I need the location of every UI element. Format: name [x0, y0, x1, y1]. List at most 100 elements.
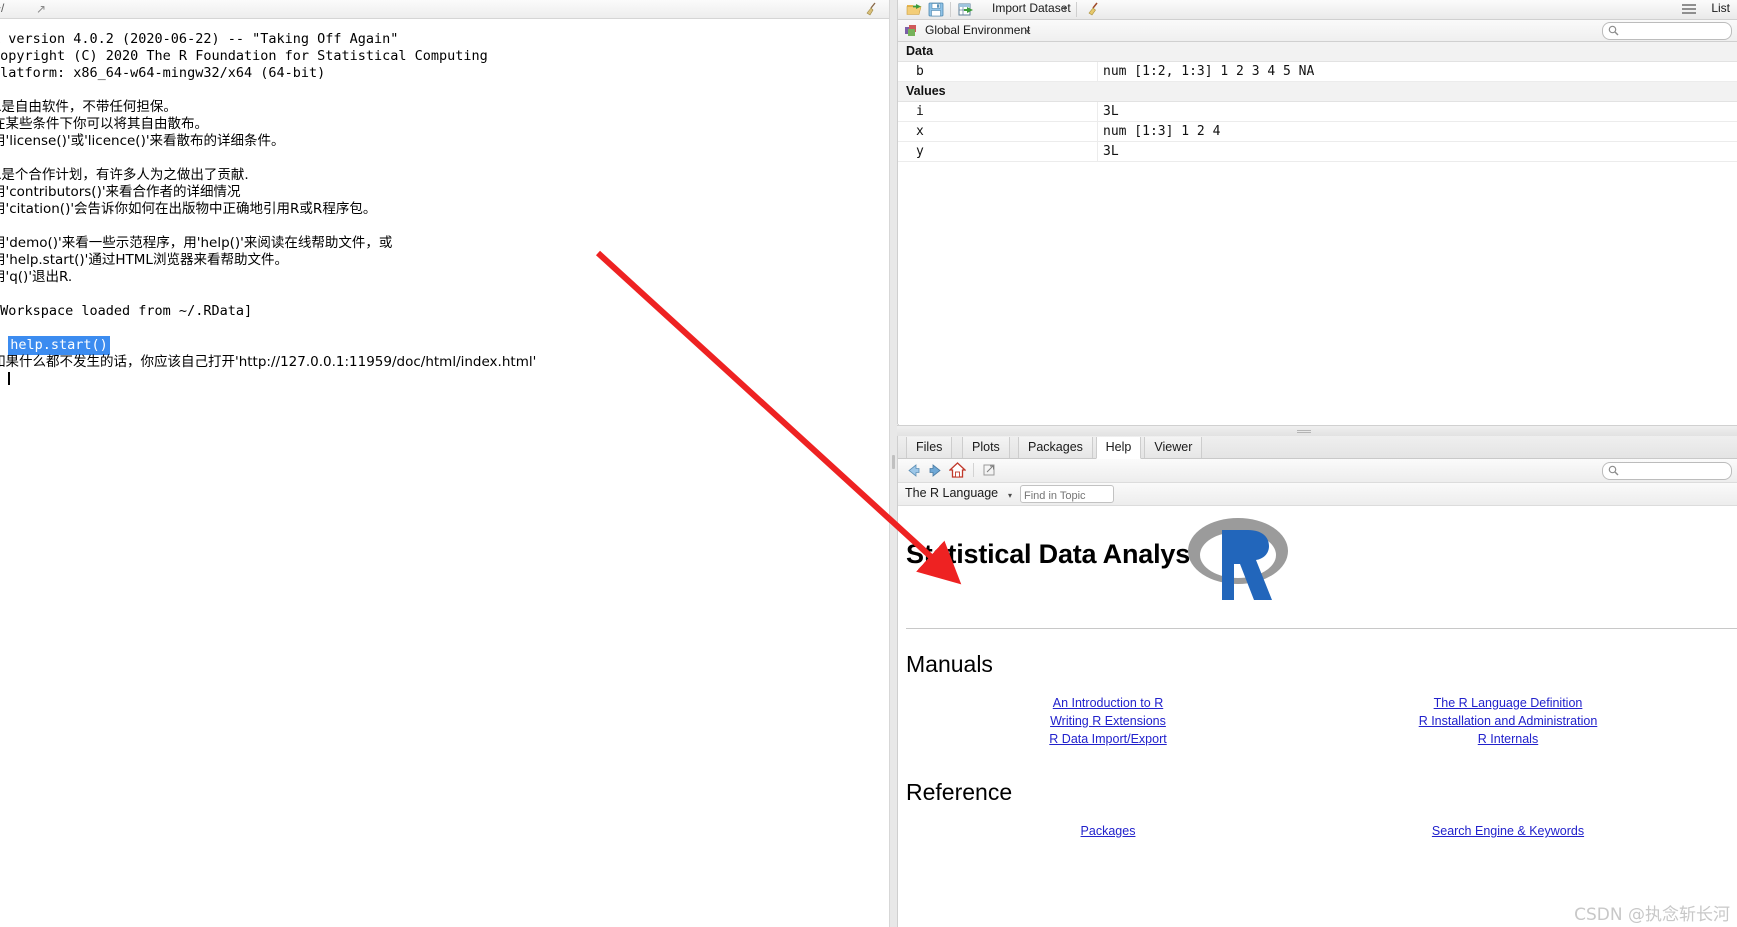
help-topic-label[interactable]: The R Language [905, 486, 998, 500]
console-line: 用'contributors()'来看合作者的详细情况 [0, 184, 241, 200]
console-line: R version 4.0.2 (2020-06-22) -- "Taking … [0, 31, 399, 47]
variable-name: y [916, 144, 924, 159]
console-line: 用'help.start()'通过HTML浏览器来看帮助文件。 [0, 252, 288, 268]
link-column-right: Search Engine & Keywords [1298, 822, 1718, 840]
broom-icon[interactable] [863, 2, 879, 16]
search-icon [1608, 25, 1619, 36]
variable-value: 3L [1103, 104, 1119, 119]
tab-viewer[interactable]: Viewer [1144, 437, 1203, 458]
save-icon[interactable] [928, 2, 944, 17]
column-separator [1097, 142, 1098, 161]
console-output-note: 如果什么都不发生的话，你应该自己打开'http://127.0.0.1:1195… [0, 354, 537, 370]
help-pane: Files Plots Packages Help Viewer The R L… [897, 436, 1737, 927]
console-titlebar: ~/ ↗ [0, 0, 893, 19]
link-column-left: Packages [938, 822, 1278, 840]
column-separator [1097, 102, 1098, 121]
table-row[interactable]: i 3L [898, 102, 1737, 122]
divider [906, 628, 1737, 629]
chevron-down-icon[interactable]: ▾ [1026, 27, 1030, 36]
variable-name: b [916, 64, 924, 79]
page-title: Statistical Data Analysis [906, 539, 1213, 569]
help-nav-toolbar [898, 459, 1737, 483]
r-logo-icon [1188, 518, 1288, 600]
variable-name: x [916, 124, 924, 139]
show-in-new-window-icon[interactable] [982, 463, 997, 477]
help-link[interactable]: Writing R Extensions [938, 712, 1278, 730]
help-link[interactable]: Packages [938, 822, 1278, 840]
table-row[interactable]: x num [1:3] 1 2 4 [898, 122, 1737, 142]
column-separator [1097, 122, 1098, 141]
chevron-down-icon[interactable]: ▾ [1063, 4, 1067, 13]
console-line: 用'license()'或'licence()'来看散布的详细条件。 [0, 133, 285, 149]
environment-scope-bar: Global Environment ▾ [898, 20, 1737, 42]
tab-packages[interactable]: Packages [1018, 437, 1093, 458]
console-line: R是自由软件，不带任何担保。 [0, 99, 177, 115]
back-arrow-icon[interactable] [906, 463, 922, 478]
find-in-topic-field[interactable] [1020, 485, 1114, 503]
variable-value: num [1:2, 1:3] 1 2 3 4 5 NA [1103, 64, 1315, 79]
open-folder-icon[interactable] [906, 2, 924, 17]
help-document: Statistical Data Analysis Manuals An Intr… [898, 506, 1737, 927]
column-separator [1097, 62, 1098, 81]
rstudio-window: ~/ ↗ R version 4.0.2 (2020-06-22) -- "Ta… [0, 0, 1737, 927]
console-line: [Workspace loaded from ~/.RData] [0, 303, 253, 319]
broom-icon[interactable] [1084, 2, 1100, 17]
tab-plots[interactable]: Plots [962, 437, 1010, 458]
environment-variable-table: Data b num [1:2, 1:3] 1 2 3 4 5 NA Values i 3… [898, 42, 1737, 162]
chevron-down-icon[interactable]: ▾ [1008, 491, 1012, 500]
list-view-icon[interactable] [1682, 4, 1696, 15]
console-line: Copyright (C) 2020 The R Foundation for … [0, 48, 488, 64]
help-link[interactable]: The R Language Definition [1298, 694, 1718, 712]
help-link[interactable]: Search Engine & Keywords [1298, 822, 1718, 840]
environment-search-input[interactable] [1602, 22, 1732, 40]
console-line: 用'demo()'来看一些示范程序，用'help()'来阅读在线帮助文件，或 [0, 235, 393, 251]
console-working-directory[interactable]: ~/ [0, 1, 4, 15]
help-link[interactable]: An Introduction to R [938, 694, 1278, 712]
watermark: CSDN @执念斩长河 [1574, 905, 1730, 925]
search-icon [1608, 465, 1619, 476]
find-in-topic-input[interactable] [1021, 489, 1113, 503]
section-heading: Manuals [906, 651, 993, 677]
splitter-grip [892, 455, 895, 469]
environment-group-header: Values [898, 82, 1737, 102]
console-prompt-line[interactable]: > help.start() [0, 336, 110, 355]
share-arrow-icon[interactable]: ↗ [36, 2, 46, 16]
console-line: 用'citation()'会告诉你如何在出版物中正确地引用R或R程序包。 [0, 201, 377, 217]
table-row[interactable]: b num [1:2, 1:3] 1 2 3 4 5 NA [898, 62, 1737, 82]
home-icon[interactable] [949, 462, 966, 478]
console-line: 在某些条件下你可以将其自由散布。 [0, 116, 208, 132]
list-view-label[interactable]: List [1711, 1, 1730, 15]
forward-arrow-icon[interactable] [927, 463, 943, 478]
variable-value: 3L [1103, 144, 1119, 159]
cubes-icon [905, 25, 916, 36]
link-column-right: The R Language Definition R Installation … [1298, 694, 1718, 748]
splitter-grip [1297, 430, 1311, 433]
help-search-input[interactable] [1602, 462, 1732, 480]
toolbar-divider-3 [973, 463, 974, 477]
environment-group-header: Data [898, 42, 1737, 62]
tab-files[interactable]: Files [906, 437, 953, 458]
selected-command[interactable]: help.start() [8, 336, 110, 355]
console-output[interactable]: R version 4.0.2 (2020-06-22) -- "Taking … [0, 19, 893, 838]
table-row[interactable]: y 3L [898, 142, 1737, 162]
link-column-left: An Introduction to R Writing R Extensions… [938, 694, 1278, 748]
environment-pane: Import Dataset ▾ List Global Environment… [897, 0, 1737, 424]
console-line: R是个合作计划，有许多人为之做出了贡献. [0, 167, 249, 183]
help-tab-bar: Files Plots Packages Help Viewer [898, 436, 1737, 459]
toolbar-divider-2 [1076, 2, 1077, 17]
console-line: 用'q()'退出R. [0, 269, 73, 285]
help-link[interactable]: R Data Import/Export [938, 730, 1278, 748]
variable-value: num [1:3] 1 2 4 [1103, 124, 1221, 139]
help-link[interactable]: R Internals [1298, 730, 1718, 748]
console-pane: ~/ ↗ R version 4.0.2 (2020-06-22) -- "Ta… [0, 0, 893, 838]
import-dataset-label[interactable]: Import Dataset [992, 1, 1071, 15]
tab-help[interactable]: Help [1095, 437, 1142, 459]
help-topic-bar: The R Language ▾ [898, 483, 1737, 506]
section-heading: Reference [906, 779, 1013, 805]
toolbar-divider [950, 2, 951, 17]
help-link[interactable]: R Installation and Administration [1298, 712, 1718, 730]
console-input-line[interactable]: > [0, 371, 11, 388]
global-environment-label[interactable]: Global Environment [925, 23, 1030, 37]
import-dataset-icon[interactable] [958, 2, 975, 17]
text-cursor [8, 372, 11, 385]
